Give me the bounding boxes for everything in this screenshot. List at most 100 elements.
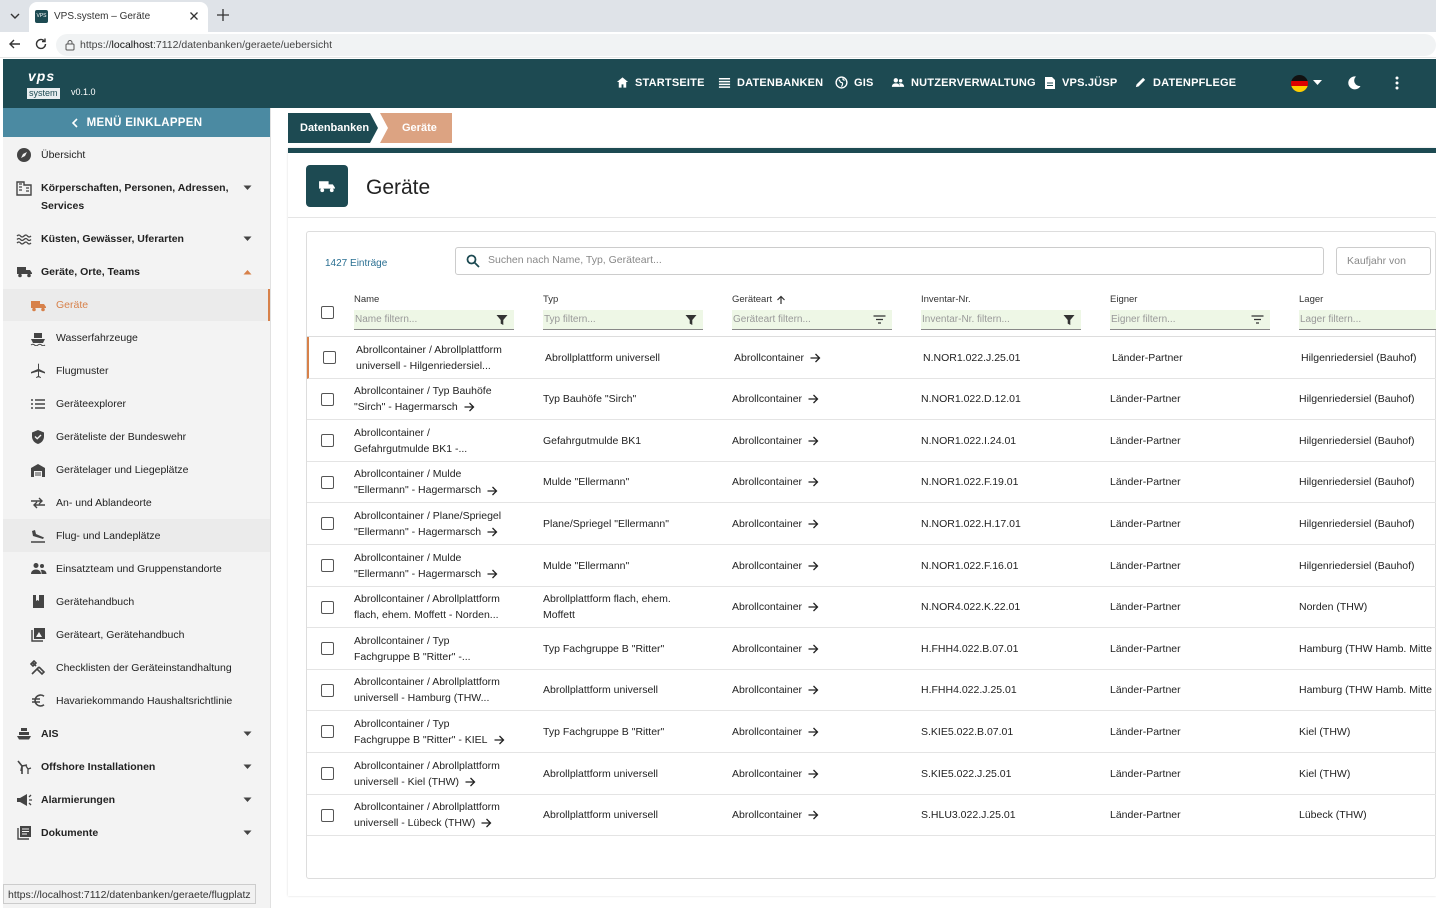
table-row[interactable]: Abrollcontainer / Gefahrgutmulde BK1 -...… <box>307 420 1436 462</box>
arrow-right-icon[interactable] <box>808 685 819 695</box>
nav-gis[interactable]: GIS <box>835 76 874 89</box>
filter-lager[interactable]: Lager filtern... <box>1299 310 1436 330</box>
arrow-right-icon[interactable] <box>808 769 819 779</box>
column-header-lager[interactable]: Lager <box>1299 294 1323 305</box>
table-row[interactable]: Abrollcontainer / Abrollplattform univers… <box>307 670 1436 712</box>
sidebar-item-geraeteart-handbuch[interactable]: Geräteart, Gerätehandbuch <box>3 618 270 651</box>
arrow-right-icon[interactable] <box>465 777 476 787</box>
arrow-right-icon[interactable] <box>464 402 475 412</box>
arrow-right-icon[interactable] <box>810 353 821 363</box>
column-header-inventar[interactable]: Inventar-Nr. <box>921 294 971 305</box>
arrow-right-icon[interactable] <box>808 644 819 654</box>
arrow-right-icon[interactable] <box>808 394 819 404</box>
funnel-icon[interactable] <box>685 314 697 326</box>
arrow-right-icon[interactable] <box>808 810 819 820</box>
row-checkbox[interactable] <box>321 434 334 448</box>
sidebar-item-geraetehandbuch[interactable]: Gerätehandbuch <box>3 585 270 618</box>
column-header-geraeteart[interactable]: Geräteart <box>732 294 786 305</box>
table-row[interactable]: Abrollcontainer / Typ Fachgruppe B "Ritte… <box>307 628 1436 670</box>
sidebar-item-flugmuster[interactable]: Flugmuster <box>3 354 270 387</box>
arrow-right-icon[interactable] <box>481 818 492 828</box>
filter-list-icon[interactable] <box>1251 314 1264 325</box>
filter-list-icon[interactable] <box>873 314 886 325</box>
table-row[interactable]: Abrollcontainer / Mulde "Ellermann" - Hag… <box>307 462 1436 504</box>
sidebar-item-uebersicht[interactable]: Übersicht <box>3 138 270 171</box>
sidebar-item-ais[interactable]: AIS <box>3 717 270 750</box>
filter-name[interactable]: Name filtern... <box>354 310 514 330</box>
table-row[interactable]: Abrollcontainer / Mulde "Ellermann" - Hag… <box>307 545 1436 587</box>
row-checkbox[interactable] <box>321 475 334 489</box>
funnel-icon[interactable] <box>496 314 508 326</box>
table-row[interactable]: Abrollcontainer / Typ Fachgruppe B "Ritte… <box>307 711 1436 753</box>
filter-typ[interactable]: Typ filtern... <box>543 310 703 330</box>
column-header-name[interactable]: Name <box>354 294 379 305</box>
collapse-menu-button[interactable]: MENÜ EINKLAPPEN <box>3 108 270 137</box>
logo[interactable]: vps <box>28 68 55 84</box>
sidebar-item-einsatzteam[interactable]: Einsatzteam und Gruppenstandorte <box>3 552 270 585</box>
purchase-year-from-input[interactable]: Kaufjahr von <box>1336 247 1431 275</box>
row-checkbox[interactable] <box>321 392 334 406</box>
table-row[interactable]: Abrollcontainer / Abrollplattform univers… <box>307 795 1436 837</box>
table-row[interactable]: Abrollcontainer / Abrollplattform univers… <box>307 337 1436 379</box>
arrow-right-icon[interactable] <box>808 477 819 487</box>
row-checkbox[interactable] <box>321 683 334 697</box>
search-input[interactable] <box>488 254 1288 266</box>
sidebar-item-alarmierungen[interactable]: Alarmierungen <box>3 783 270 816</box>
row-checkbox[interactable] <box>321 808 334 822</box>
row-checkbox[interactable] <box>321 517 334 531</box>
arrow-right-icon[interactable] <box>487 527 498 537</box>
funnel-icon[interactable] <box>1063 314 1075 326</box>
row-checkbox[interactable] <box>321 559 334 572</box>
breadcrumb-datenbanken[interactable]: Datenbanken <box>288 113 378 143</box>
sidebar-item-kuesten[interactable]: Küsten, Gewässer, Uferarten <box>3 222 270 255</box>
new-tab-icon[interactable] <box>216 8 230 22</box>
column-header-typ[interactable]: Typ <box>543 294 558 305</box>
sidebar-item-wasserfahrzeuge[interactable]: Wasserfahrzeuge <box>3 321 270 354</box>
more-vert-icon[interactable] <box>1389 75 1405 91</box>
sidebar-item-koerperschaften[interactable]: Körperschaften, Personen, Adressen, Servi… <box>3 171 270 222</box>
row-checkbox[interactable] <box>321 600 334 614</box>
nav-datenpflege[interactable]: DATENPFLEGE <box>1134 76 1236 89</box>
sidebar-item-offshore[interactable]: Offshore Installationen <box>3 750 270 783</box>
dark-mode-icon[interactable] <box>1346 75 1362 91</box>
row-checkbox[interactable] <box>321 642 334 656</box>
search-field[interactable] <box>455 247 1324 275</box>
site-info-icon[interactable] <box>64 39 76 51</box>
address-bar[interactable]: https://localhost:7112/datenbanken/gerae… <box>56 34 1436 56</box>
arrow-right-icon[interactable] <box>808 727 819 737</box>
close-icon[interactable] <box>188 10 200 22</box>
browser-tab[interactable]: VPS VPS.system – Geräte <box>29 2 208 32</box>
row-checkbox[interactable] <box>323 351 336 364</box>
filter-eigner[interactable]: Eigner filtern... <box>1110 310 1270 330</box>
reload-icon[interactable] <box>34 37 48 51</box>
arrow-right-icon[interactable] <box>487 486 498 496</box>
nav-datenbanken[interactable]: DATENBANKEN <box>718 76 823 89</box>
tab-search-button[interactable] <box>5 6 25 26</box>
arrow-right-icon[interactable] <box>808 519 819 529</box>
sidebar-item-landeplaetze[interactable]: Flug- und Landeplätze <box>3 519 270 552</box>
arrow-right-icon[interactable] <box>808 602 819 612</box>
column-header-eigner[interactable]: Eigner <box>1110 294 1137 305</box>
sidebar-item-geraetelager[interactable]: Gerätelager und Liegeplätze <box>3 453 270 486</box>
row-checkbox[interactable] <box>321 767 334 780</box>
sidebar-item-bundeswehr[interactable]: Geräteliste der Bundeswehr <box>3 420 270 453</box>
filter-inventar[interactable]: Inventar-Nr. filtern... <box>921 310 1081 330</box>
caret-down-icon[interactable] <box>1313 80 1322 86</box>
sidebar-item-checklisten[interactable]: Checklisten der Geräteinstandhaltung <box>3 651 270 684</box>
table-row[interactable]: Abrollcontainer / Typ Bauhöfe "Sirch" - H… <box>307 379 1436 421</box>
nav-vps-juesp[interactable]: VPS.JÜSP <box>1044 76 1117 90</box>
filter-geraeteart[interactable]: Geräteart filtern... <box>732 310 892 330</box>
nav-startseite[interactable]: STARTSEITE <box>616 76 705 89</box>
sidebar-item-haushaltsrichtlinie[interactable]: Havariekommando Haushaltsrichtlinie <box>3 684 270 717</box>
sidebar-item-dokumente[interactable]: Dokumente <box>3 816 270 849</box>
sidebar-item-geraeteexplorer[interactable]: Geräteexplorer <box>3 387 270 420</box>
arrow-right-icon[interactable] <box>808 436 819 446</box>
arrow-right-icon[interactable] <box>494 735 505 745</box>
sidebar-item-geraete[interactable]: Geräte <box>3 289 270 321</box>
table-row[interactable]: Abrollcontainer / Plane/Spriegel "Ellerma… <box>307 503 1436 545</box>
language-flag-icon[interactable] <box>1291 75 1308 92</box>
table-row[interactable]: Abrollcontainer / Abrollplattform flach, … <box>307 587 1436 629</box>
nav-nutzerverwaltung[interactable]: NUTZERVERWALTUNG <box>891 76 1036 89</box>
back-icon[interactable] <box>8 37 22 51</box>
arrow-right-icon[interactable] <box>808 561 819 571</box>
